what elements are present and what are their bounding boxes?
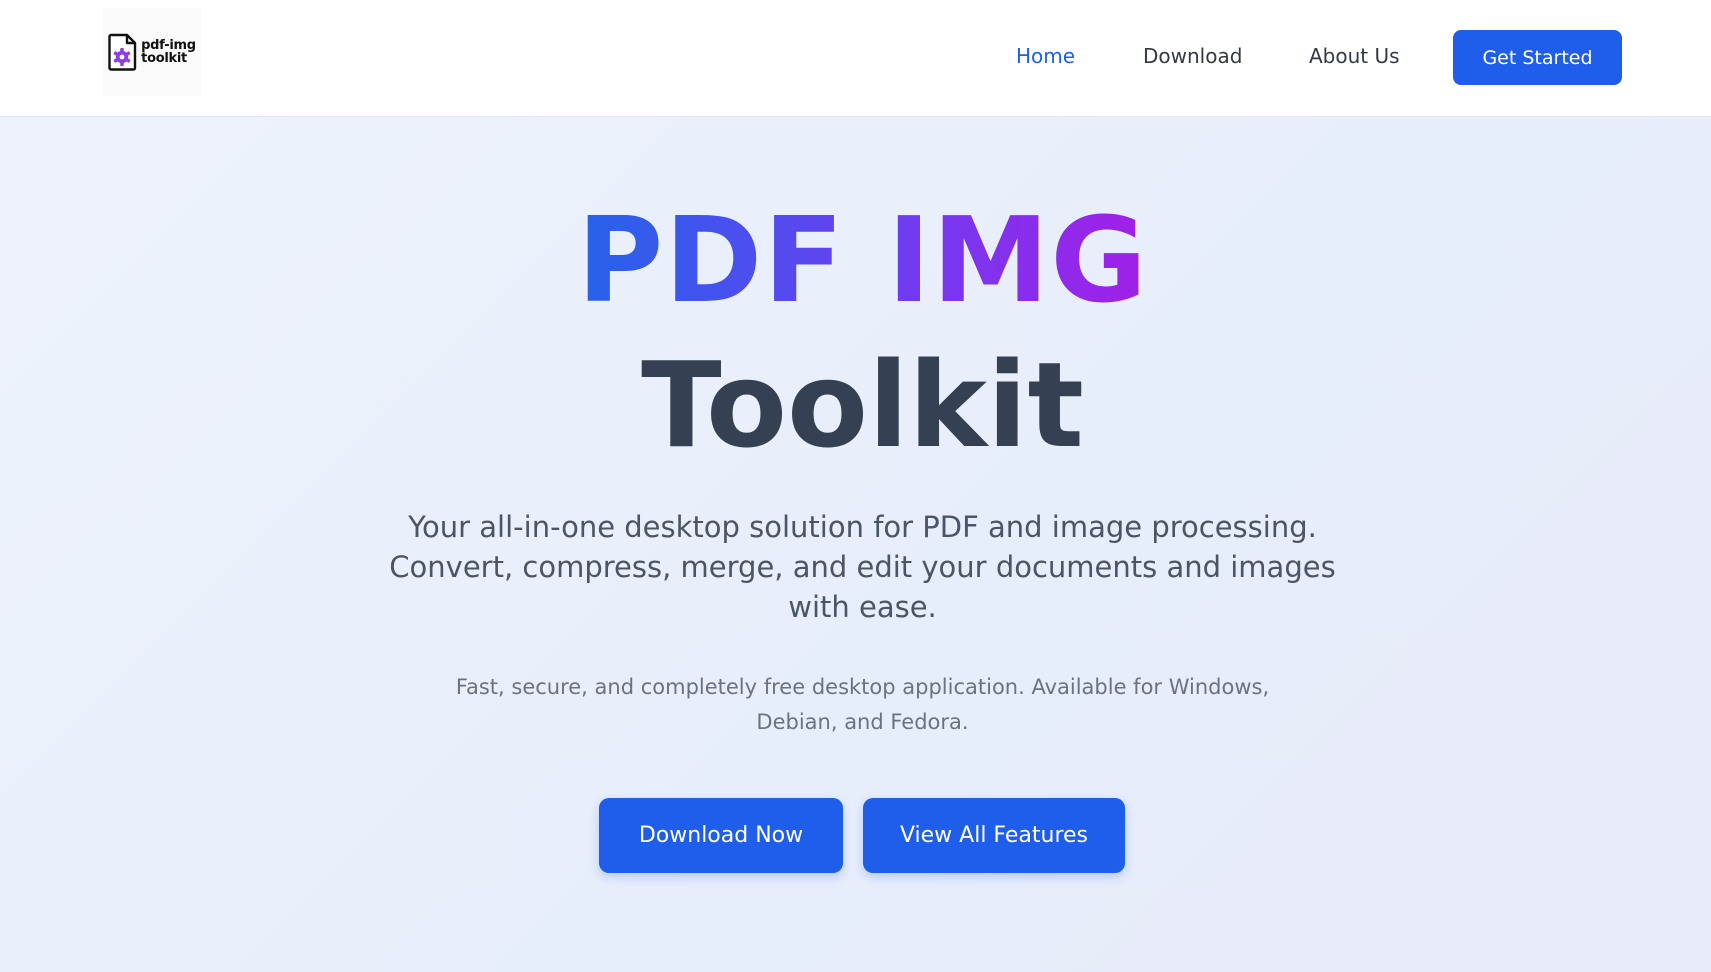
- download-now-button[interactable]: Download Now: [599, 798, 843, 873]
- logo-line-2: toolkit: [141, 51, 187, 66]
- nav-home-link[interactable]: Home: [1016, 44, 1075, 68]
- logo-wordmark: pdf-img toolkit: [141, 39, 196, 65]
- hero-title-plain: Toolkit: [641, 336, 1084, 474]
- logo[interactable]: pdf-img toolkit: [103, 8, 201, 96]
- hero-title-gradient-text: PDF IMG: [576, 191, 1149, 329]
- nav-download-link[interactable]: Download: [1143, 44, 1242, 68]
- hero-subtitle: Your all-in-one desktop solution for PDF…: [389, 510, 1336, 624]
- get-started-button[interactable]: Get Started: [1453, 30, 1622, 85]
- document-gear-icon: [108, 33, 137, 71]
- hero-title-gradient: PDF IMG: [0, 190, 1711, 330]
- view-all-features-button[interactable]: View All Features: [863, 798, 1125, 873]
- hero-note: Fast, secure, and completely free deskto…: [455, 675, 1270, 734]
- top-navbar: pdf-img toolkit Home Download About Us G…: [0, 0, 1711, 117]
- hero-section: PDF IMG Toolkit Your all-in-one desktop …: [0, 117, 1711, 972]
- nav-about-link[interactable]: About Us: [1309, 44, 1400, 68]
- logo-mark: pdf-img toolkit: [108, 33, 196, 71]
